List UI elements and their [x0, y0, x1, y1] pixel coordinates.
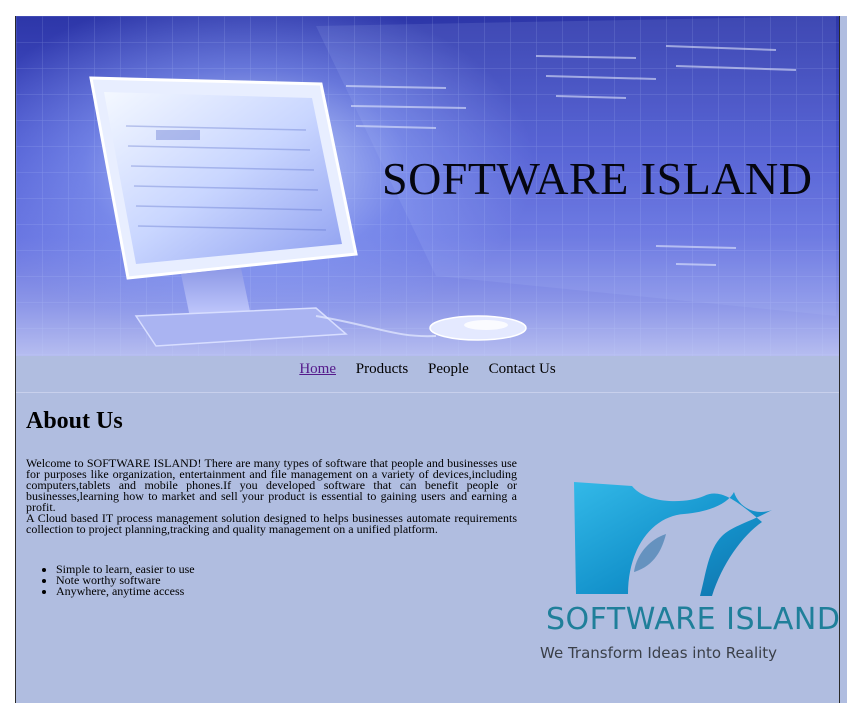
feature-list: Simple to learn, easier to use Note wort…: [26, 563, 195, 597]
company-logo: SOFTWARE ISLAND We Transform Ideas into …: [536, 474, 839, 674]
nav-people-link[interactable]: People: [428, 361, 469, 377]
nav-home-link[interactable]: Home: [299, 361, 336, 377]
about-heading: About Us: [26, 408, 123, 434]
nav-divider: [16, 392, 839, 393]
about-paragraph-1: Welcome to SOFTWARE ISLAND! There are ma…: [26, 456, 517, 514]
banner-title: SOFTWARE ISLAND: [382, 153, 813, 204]
nav-products-link[interactable]: Products: [356, 361, 409, 377]
about-text: Welcome to SOFTWARE ISLAND! There are ma…: [26, 456, 517, 536]
about-paragraph-2: A Cloud based IT process management solu…: [26, 511, 517, 536]
logo-mark-icon: [574, 482, 772, 596]
main-nav: Home Products People Contact Us: [16, 361, 839, 378]
header-banner: SOFTWARE ISLAND: [16, 16, 839, 356]
logo-tagline: We Transform Ideas into Reality: [540, 644, 778, 662]
page-frame: SOFTWARE ISLAND Home Products People Con…: [15, 16, 840, 703]
nav-contact-us-link[interactable]: Contact Us: [489, 361, 556, 377]
logo-company-name: SOFTWARE ISLAND: [546, 602, 840, 637]
right-edge-strip: [840, 16, 847, 703]
list-item: Anywhere, anytime access: [56, 585, 195, 597]
